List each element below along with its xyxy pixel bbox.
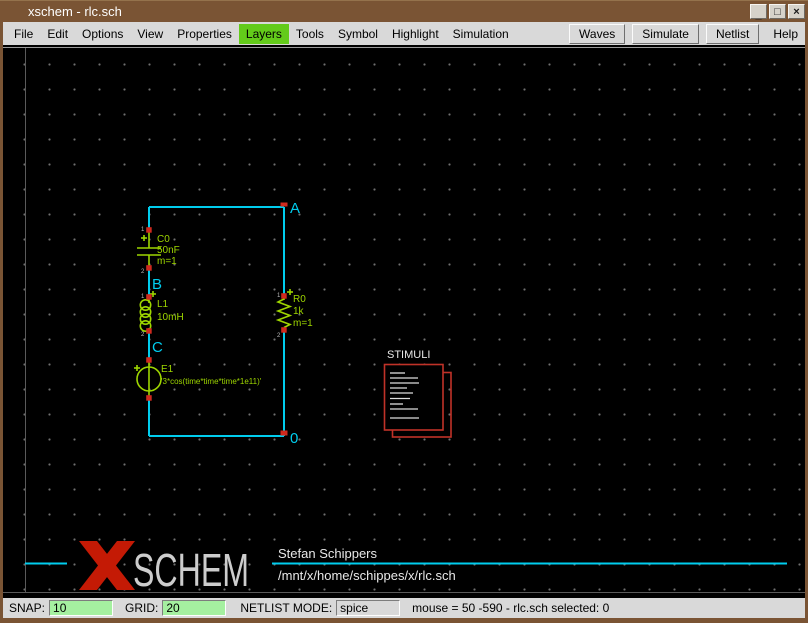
window-controls: _ □ × — [750, 4, 805, 19]
author-name: Stefan Schippers — [278, 546, 378, 561]
resistor-mult[interactable]: m=1 — [293, 318, 313, 329]
minimize-button[interactable]: _ — [750, 4, 767, 19]
menu-layers[interactable]: Layers — [239, 24, 289, 44]
menu-bar: File Edit Options View Properties Layers… — [3, 22, 805, 45]
xschem-logo: SCHEM — [79, 541, 249, 596]
node-label-b[interactable]: B — [152, 276, 162, 293]
source-value[interactable]: '3*cos(time*time*time*1e11)' — [161, 377, 262, 386]
inductor-value[interactable]: 10mH — [157, 312, 184, 323]
menu-simulation[interactable]: Simulation — [446, 24, 516, 44]
menu-view[interactable]: View — [130, 24, 170, 44]
menu-highlight[interactable]: Highlight — [385, 24, 446, 44]
capacitor-ref[interactable]: C0 — [157, 234, 170, 245]
xschem-window: xschem - rlc.sch _ □ × File Edit Options… — [0, 0, 808, 623]
menu-options[interactable]: Options — [75, 24, 130, 44]
snap-label: SNAP: — [9, 601, 45, 615]
inductor-pin1: 1 — [141, 294, 145, 300]
netlist-button[interactable]: Netlist — [706, 24, 759, 44]
schematic-drawing: C0 50nF m=1 1 2 L1 10mH 1 2 — [3, 45, 805, 598]
resistor-value[interactable]: 1k — [293, 306, 305, 317]
waves-button[interactable]: Waves — [569, 24, 625, 44]
node-label-a[interactable]: A — [290, 200, 300, 217]
capacitor-pin1: 1 — [141, 227, 145, 233]
node-label-c[interactable]: C — [152, 339, 163, 356]
menu-file[interactable]: File — [7, 24, 40, 44]
file-path: /mnt/x/home/schippes/x/rlc.sch — [278, 568, 456, 583]
source-symbol[interactable] — [134, 362, 161, 397]
inductor-pin2: 2 — [141, 332, 145, 338]
title-bar[interactable]: xschem - rlc.sch _ □ × — [0, 0, 808, 22]
netlist-mode-input[interactable] — [336, 600, 400, 616]
source-ref[interactable]: E1 — [161, 364, 174, 375]
mouse-status: mouse = 50 -590 - rlc.sch selected: 0 — [412, 601, 609, 615]
resistor-ref[interactable]: R0 — [293, 294, 306, 305]
resistor-pin1: 1 — [277, 293, 281, 299]
close-icon: × — [793, 7, 799, 17]
inductor-ref[interactable]: L1 — [157, 299, 169, 310]
node-label-gnd[interactable]: 0 — [290, 430, 298, 447]
menu-symbol[interactable]: Symbol — [331, 24, 385, 44]
menu-edit[interactable]: Edit — [40, 24, 75, 44]
maximize-icon: □ — [774, 7, 781, 17]
grid-label: GRID: — [125, 601, 158, 615]
simulate-button[interactable]: Simulate — [632, 24, 699, 44]
stimuli-symbol[interactable]: STIMULI — [385, 349, 452, 437]
close-button[interactable]: × — [788, 4, 805, 19]
netlist-mode-label: NETLIST MODE: — [240, 601, 332, 615]
menu-tools[interactable]: Tools — [289, 24, 331, 44]
canvas-frame-lines — [3, 48, 805, 593]
status-bar: SNAP: GRID: NETLIST MODE: mouse = 50 -59… — [3, 598, 805, 618]
schematic-canvas[interactable]: C0 50nF m=1 1 2 L1 10mH 1 2 — [3, 45, 805, 598]
snap-input[interactable] — [49, 600, 113, 616]
menu-properties[interactable]: Properties — [170, 24, 239, 44]
capacitor-pin2: 2 — [141, 269, 145, 275]
resistor-pin2: 2 — [277, 333, 281, 339]
stimuli-label: STIMULI — [387, 349, 430, 361]
minimize-icon: _ — [755, 10, 761, 20]
capacitor-mult[interactable]: m=1 — [157, 256, 177, 267]
capacitor-value[interactable]: 50nF — [157, 245, 180, 256]
maximize-button[interactable]: □ — [769, 4, 786, 19]
logo-text: SCHEM — [133, 544, 249, 596]
grid-input[interactable] — [162, 600, 226, 616]
menu-help[interactable]: Help — [766, 24, 805, 44]
window-title: xschem - rlc.sch — [28, 4, 122, 19]
stimuli-box — [385, 365, 444, 431]
